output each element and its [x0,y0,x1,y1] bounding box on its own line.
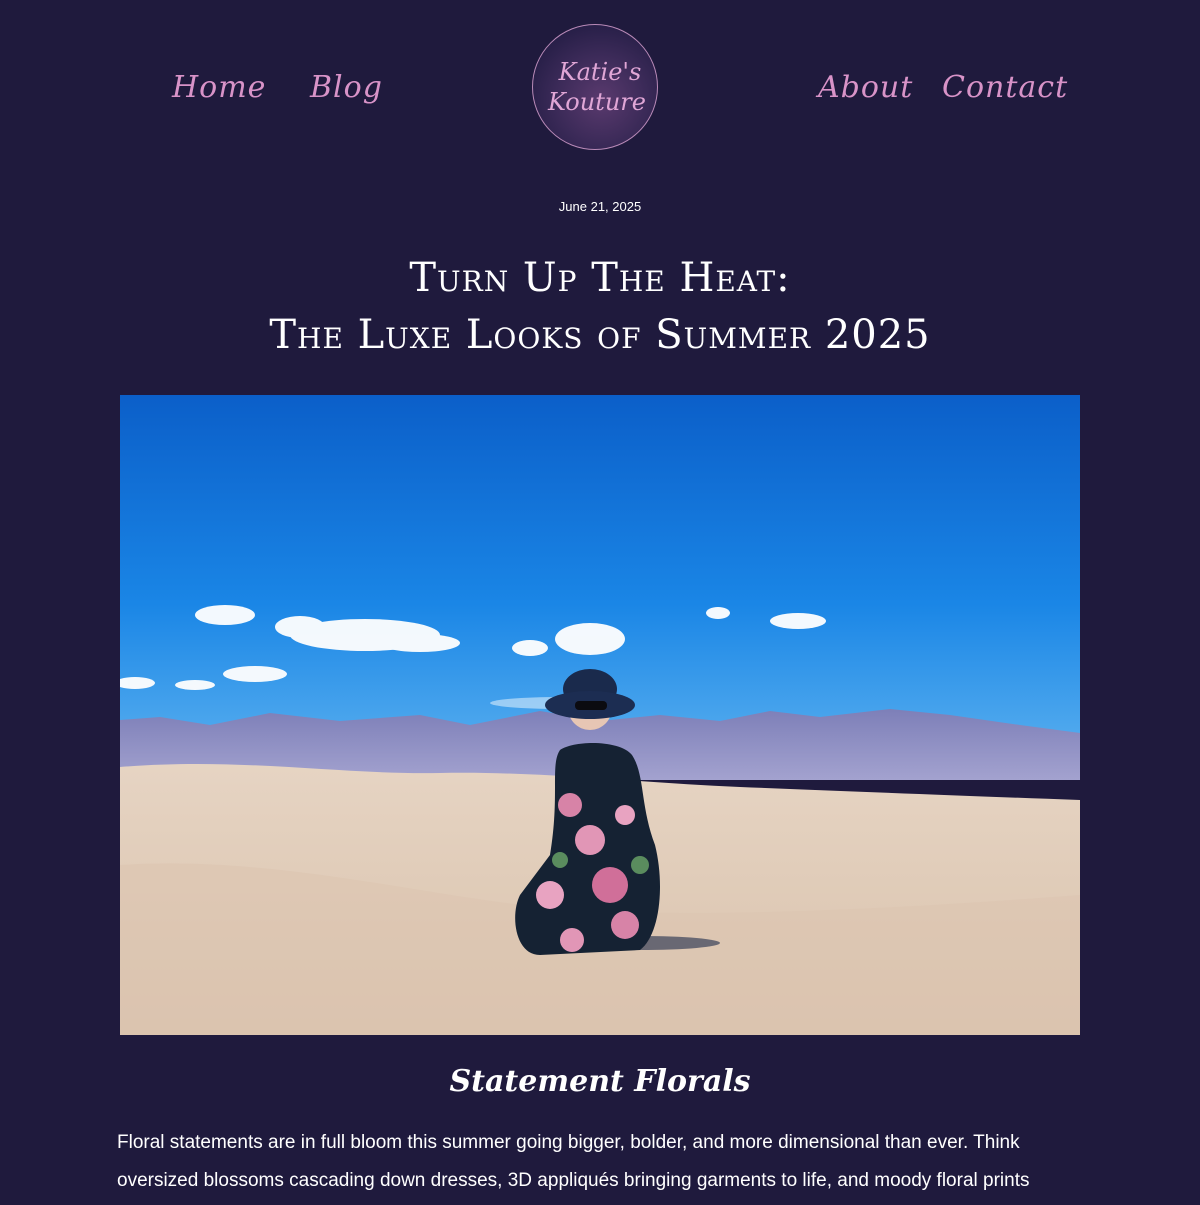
nav-link-contact[interactable]: Contact [942,70,1068,105]
logo-text-line1: Katie's [558,58,642,86]
main-nav: Home Blog Katie's Kouture About Contact [0,0,1200,180]
post-title: Turn Up The Heat: The Luxe Looks of Summ… [0,250,1200,364]
desert-photo-illustration [120,395,1080,1035]
nav-link-home[interactable]: Home [172,70,266,105]
section-heading: Statement Florals [449,1064,751,1099]
site-logo[interactable]: Katie's Kouture [532,24,658,150]
nav-link-blog[interactable]: Blog [310,70,383,105]
logo-text-line2: Kouture [548,88,646,116]
post-title-line1: Turn Up The Heat: [409,255,791,301]
nav-link-about[interactable]: About [818,70,913,105]
post-paragraph: Floral statements are in full bloom this… [117,1132,1030,1191]
post-date: June 21, 2025 [558,199,642,214]
hero-image [120,395,1080,1035]
post-title-line2: The Luxe Looks of Summer 2025 [269,312,931,358]
